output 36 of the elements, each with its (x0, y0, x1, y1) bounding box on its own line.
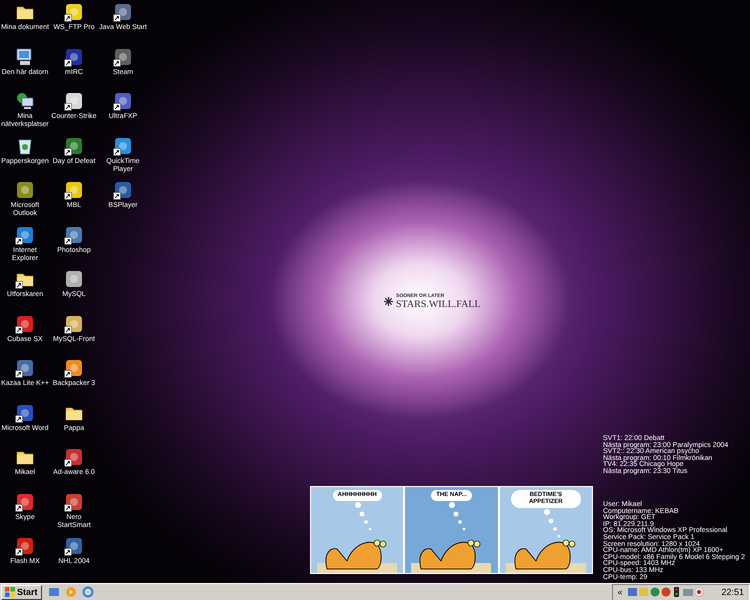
app-icon[interactable] (64, 358, 84, 378)
bubble-dots-drawing (448, 502, 468, 532)
app-icon[interactable] (113, 2, 133, 22)
app-icon[interactable] (64, 180, 84, 200)
app-icon[interactable] (113, 91, 133, 111)
app-icon[interactable] (64, 536, 84, 556)
app-icon[interactable] (64, 224, 84, 244)
app-icon[interactable] (15, 492, 35, 512)
app-icon[interactable] (113, 46, 133, 66)
browser-icon[interactable] (82, 586, 94, 598)
clock[interactable]: 22:51 (721, 587, 744, 597)
wallpaper-title: STARS.WILL.FALL (396, 299, 481, 310)
show-hidden-icons-button[interactable]: « (615, 587, 624, 597)
windows-logo-icon (5, 587, 15, 597)
app-icon[interactable] (15, 536, 35, 556)
network-icon[interactable] (15, 91, 35, 111)
app-icon[interactable] (15, 180, 35, 200)
app-icon[interactable] (113, 136, 133, 156)
app-icon[interactable] (64, 492, 84, 512)
star-icon (384, 297, 393, 306)
app-icon[interactable] (113, 180, 133, 200)
bubble-dots-drawing (354, 502, 374, 532)
start-button[interactable]: Start (1, 584, 42, 600)
app-icon[interactable] (15, 358, 35, 378)
app-icon[interactable] (15, 314, 35, 334)
app-icon[interactable] (15, 224, 35, 244)
desktop-icon[interactable] (48, 586, 60, 598)
app-icon[interactable] (64, 136, 84, 156)
app-icon[interactable] (64, 447, 84, 467)
bubble-dots-drawing (542, 509, 563, 539)
app-icon[interactable] (64, 91, 84, 111)
app-icon[interactable] (64, 2, 84, 22)
app-icon[interactable] (15, 402, 35, 422)
app-icon[interactable] (64, 269, 84, 289)
app-icon[interactable] (64, 46, 84, 66)
app-icon[interactable] (64, 314, 84, 334)
